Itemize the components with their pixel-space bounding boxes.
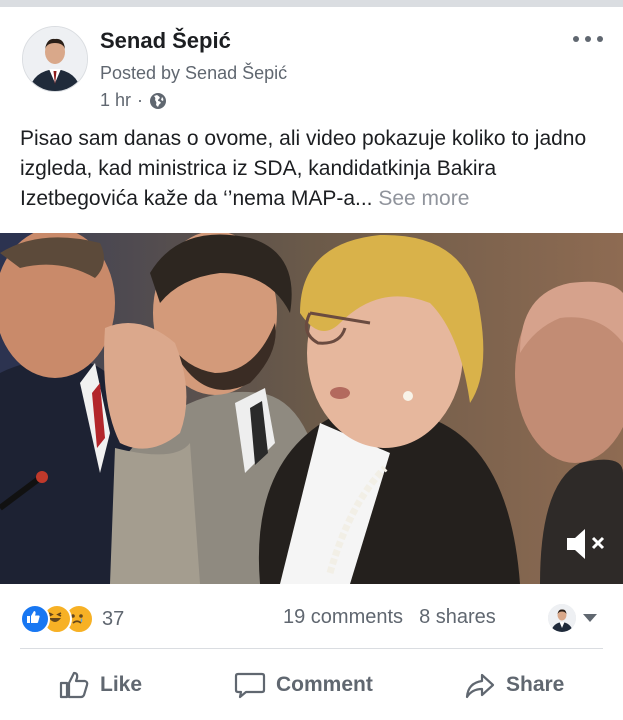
reaction-count[interactable]: 37 bbox=[102, 608, 124, 631]
see-more-link[interactable]: See more bbox=[378, 187, 469, 210]
comment-label: Comment bbox=[276, 673, 373, 696]
post-body-text: Pisao sam danas o ovome, ali video pokaz… bbox=[20, 127, 587, 210]
chevron-down-icon[interactable] bbox=[583, 614, 597, 622]
engagement-counts: 19 comments 8 shares bbox=[283, 606, 496, 629]
like-button[interactable]: Like bbox=[58, 666, 142, 704]
like-label: Like bbox=[100, 673, 143, 696]
comment-button[interactable]: Comment bbox=[234, 666, 373, 704]
actions-divider bbox=[20, 648, 603, 649]
viewer-avatar[interactable] bbox=[548, 604, 576, 632]
shares-count-link[interactable]: 8 shares bbox=[419, 606, 496, 629]
comments-count-link[interactable]: 19 comments bbox=[283, 606, 403, 629]
reactions-summary[interactable]: 37 bbox=[20, 604, 124, 634]
thumbs-up-icon bbox=[59, 671, 89, 699]
post-meta: 1 hr · bbox=[100, 90, 167, 111]
posted-by-label: Posted by Senad Šepić bbox=[100, 63, 288, 83]
meta-separator: · bbox=[137, 90, 144, 110]
like-reaction-icon bbox=[20, 604, 50, 634]
author-name[interactable]: Senad Šepić bbox=[100, 28, 231, 54]
video-player[interactable] bbox=[0, 233, 623, 584]
share-label: Share bbox=[506, 673, 565, 696]
more-options-icon[interactable] bbox=[573, 32, 603, 46]
video-frame bbox=[0, 233, 623, 584]
top-divider-strip bbox=[0, 0, 623, 7]
share-arrow-icon bbox=[465, 673, 495, 699]
share-button[interactable]: Share bbox=[464, 666, 564, 704]
post-text: Pisao sam danas o ovome, ali video pokaz… bbox=[20, 124, 610, 214]
speaker-muted-icon[interactable] bbox=[565, 524, 609, 564]
comment-icon bbox=[234, 672, 266, 699]
post-time[interactable]: 1 hr bbox=[100, 90, 131, 111]
author-avatar[interactable] bbox=[22, 26, 88, 92]
globe-icon bbox=[150, 92, 167, 109]
